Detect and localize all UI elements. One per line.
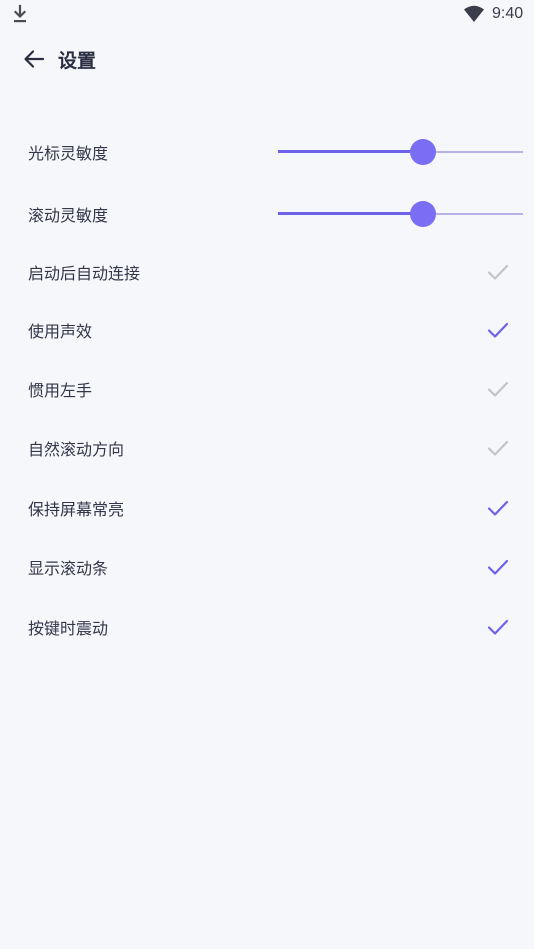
setting-label: 保持屏幕常亮 bbox=[28, 500, 125, 519]
slider-fill bbox=[278, 212, 423, 215]
check-icon[interactable] bbox=[486, 496, 510, 520]
check-icon[interactable] bbox=[486, 260, 510, 284]
setting-row-keep-screen-on[interactable]: 保持屏幕常亮 bbox=[0, 483, 534, 533]
page-title: 设置 bbox=[58, 50, 97, 72]
setting-label: 光标灵敏度 bbox=[28, 144, 109, 163]
back-button[interactable] bbox=[18, 44, 52, 74]
setting-label: 自然滚动方向 bbox=[28, 440, 125, 459]
setting-row-auto-connect[interactable]: 启动后自动连接 bbox=[0, 247, 534, 297]
download-icon bbox=[13, 4, 27, 23]
setting-label: 惯用左手 bbox=[28, 381, 93, 400]
check-icon[interactable] bbox=[486, 555, 510, 579]
setting-row-show-scrollbar[interactable]: 显示滚动条 bbox=[0, 542, 534, 592]
setting-row-left-handed[interactable]: 惯用左手 bbox=[0, 364, 534, 414]
slider-fill bbox=[278, 150, 423, 153]
status-bar: 9:40 bbox=[0, 0, 534, 30]
scroll-sensitivity-slider[interactable] bbox=[278, 201, 523, 227]
slider-thumb[interactable] bbox=[409, 201, 436, 227]
setting-label: 使用声效 bbox=[28, 322, 93, 341]
check-icon[interactable] bbox=[486, 318, 510, 342]
setting-row-vibrate-on-key[interactable]: 按键时震动 bbox=[0, 602, 534, 652]
cursor-sensitivity-slider[interactable] bbox=[278, 139, 523, 165]
setting-row-scroll-sensitivity: 滚动灵敏度 bbox=[0, 189, 534, 239]
wifi-icon bbox=[464, 5, 484, 22]
slider-thumb[interactable] bbox=[409, 139, 436, 165]
check-icon[interactable] bbox=[486, 377, 510, 401]
setting-row-sound-effects[interactable]: 使用声效 bbox=[0, 305, 534, 355]
status-time: 9:40 bbox=[492, 5, 524, 22]
setting-label: 滚动灵敏度 bbox=[28, 206, 109, 225]
app-header: 设置 bbox=[0, 38, 534, 82]
check-icon[interactable] bbox=[486, 615, 510, 639]
arrow-left-icon bbox=[24, 50, 45, 68]
check-icon[interactable] bbox=[486, 436, 510, 460]
setting-row-natural-scroll[interactable]: 自然滚动方向 bbox=[0, 423, 534, 473]
setting-row-cursor-sensitivity: 光标灵敏度 bbox=[0, 127, 534, 177]
setting-label: 启动后自动连接 bbox=[28, 264, 141, 283]
setting-label: 显示滚动条 bbox=[28, 559, 109, 578]
setting-label: 按键时震动 bbox=[28, 619, 109, 638]
